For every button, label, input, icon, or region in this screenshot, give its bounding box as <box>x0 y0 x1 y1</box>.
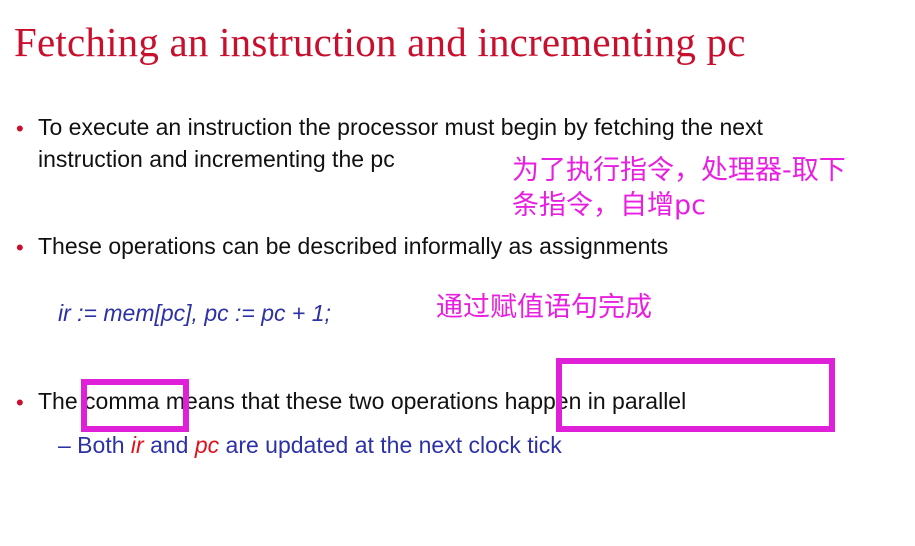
annotation-note-1: 为了执行指令，处理器-取下 条指令，自增pc <box>512 153 846 223</box>
bullet-marker: • <box>16 116 24 141</box>
sub-bullet-ir: ir <box>130 432 144 458</box>
sub-bullet-text-2: and <box>143 432 195 458</box>
sub-bullet-text-3: are updated at the next clock tick <box>219 432 562 458</box>
bullet-1-line-2: instruction and incrementing the pc <box>38 146 395 172</box>
bullet-marker: • <box>16 235 24 260</box>
bullet-marker: • <box>16 390 24 415</box>
sub-bullet-pc: pc <box>194 432 220 458</box>
annotation-note-1-line-2: 条指令，自增pc <box>512 190 706 222</box>
annotation-note-1-line-1: 为了执行指令，处理器-取下 <box>512 155 846 186</box>
highlight-box-parallel <box>556 358 835 432</box>
sub-bullet-dash: – <box>58 432 71 458</box>
sub-bullet: – Both ir and pc are updated at the next… <box>58 434 562 457</box>
highlight-box-comma <box>81 379 189 432</box>
annotation-note-2: 通过赋值语句完成 <box>436 292 652 323</box>
sub-bullet-text-1: Both <box>70 432 131 458</box>
bullet-2-line-1: These operations can be described inform… <box>38 233 669 259</box>
code-assignment: ir := mem[pc], pc := pc + 1; <box>58 300 331 326</box>
slide-title: Fetching an instruction and incrementing… <box>14 19 746 65</box>
bullet-1-line-1: To execute an instruction the processor … <box>38 114 763 140</box>
